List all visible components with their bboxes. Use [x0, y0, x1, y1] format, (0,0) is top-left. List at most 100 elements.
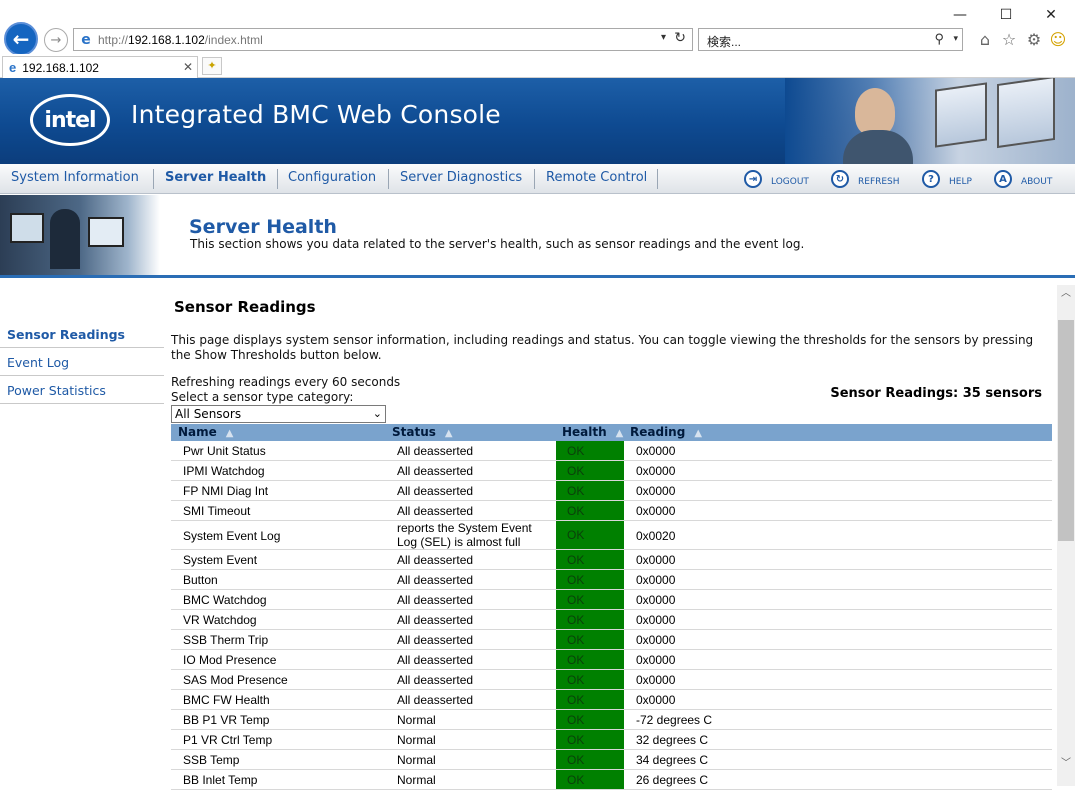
table-row: Pwr Unit Status All deasserted OK 0x0000	[171, 441, 1052, 461]
sensor-reading: 0x0000	[636, 464, 676, 478]
page-title: Sensor Readings	[174, 298, 316, 316]
tab-system-information[interactable]: System Information	[11, 170, 139, 185]
sensor-type-select[interactable]: All Sensors ⌄	[171, 405, 386, 423]
sensor-health: OK	[556, 550, 624, 569]
sensor-health: OK	[556, 610, 624, 629]
search-dropdown-icon[interactable]: ▾	[953, 33, 958, 44]
sensor-reading: 26 degrees C	[636, 773, 709, 787]
sensor-name: IPMI Watchdog	[183, 464, 265, 478]
sidebar-item-power-statistics[interactable]: Power Statistics	[0, 376, 164, 404]
monitor-graphic	[88, 217, 124, 247]
smiley-icon[interactable]: ☺	[1048, 30, 1068, 50]
tab-strip: e 192.168.1.102 ✕ ✦	[0, 54, 1075, 78]
sensor-health: OK	[556, 441, 624, 460]
sensor-status: All deasserted	[397, 573, 474, 587]
sensor-status: All deasserted	[397, 693, 474, 707]
main-nav: System Information Server Health Configu…	[0, 164, 1075, 194]
about-label: ABOUT	[1021, 176, 1053, 187]
sensor-status: Normal	[397, 773, 436, 787]
column-label: Reading	[630, 425, 686, 439]
sensor-health: OK	[556, 690, 624, 709]
address-dropdown-icon[interactable]: ▾	[661, 32, 666, 43]
sensor-reading: -72 degrees C	[636, 713, 713, 727]
back-button[interactable]: ←	[4, 22, 38, 56]
sensor-health: OK	[556, 461, 624, 480]
sort-icon: ▲	[444, 428, 453, 439]
tab-remote-control[interactable]: Remote Control	[546, 170, 647, 185]
page-header: intel Integrated BMC Web Console	[0, 78, 1075, 164]
sensor-name: IO Mod Presence	[183, 653, 277, 667]
sensor-reading: 32 degrees C	[636, 733, 709, 747]
close-tab-icon[interactable]: ✕	[183, 60, 193, 74]
home-icon[interactable]: ⌂	[975, 30, 995, 50]
logo-text: intel	[44, 107, 96, 133]
sensor-type-label: Select a sensor type category:	[171, 390, 354, 404]
browser-tab[interactable]: e 192.168.1.102 ✕	[2, 56, 198, 78]
maximize-button[interactable]: ☐	[988, 4, 1024, 26]
about-button[interactable]: A ABOUT	[994, 170, 1052, 188]
table-row: SSB Temp Normal OK 34 degrees C	[171, 750, 1052, 770]
logout-button[interactable]: ⇥ LOGOUT	[744, 170, 809, 188]
refresh-button[interactable]: ↻ REFRESH	[831, 170, 900, 188]
sensor-status: All deasserted	[397, 484, 474, 498]
scroll-thumb[interactable]	[1058, 320, 1074, 541]
sensor-name: Pwr Unit Status	[183, 444, 266, 458]
sensor-health: OK	[556, 481, 624, 500]
sensor-reading: 0x0000	[636, 444, 676, 458]
close-window-button[interactable]: ✕	[1033, 4, 1069, 26]
tab-server-diagnostics[interactable]: Server Diagnostics	[400, 170, 522, 185]
person-body-graphic	[843, 130, 913, 164]
scroll-up-icon[interactable]: ︿	[1057, 285, 1075, 302]
tab-configuration[interactable]: Configuration	[288, 170, 376, 185]
sensor-health: OK	[556, 501, 624, 520]
search-input[interactable]: 検索... ⚲ ▾	[698, 28, 963, 51]
sensor-health: OK	[556, 630, 624, 649]
column-header-name[interactable]: Name ▲	[178, 425, 234, 439]
intel-logo: intel	[30, 94, 110, 146]
sensor-status: All deasserted	[397, 613, 474, 627]
browser-toolbar: — ☐ ✕ ← → e http://192.168.1.102/index.h…	[0, 0, 1075, 56]
sensor-health: OK	[556, 570, 624, 589]
banner-photo	[0, 195, 160, 275]
refresh-page-icon[interactable]: ↻	[674, 30, 686, 46]
column-header-reading[interactable]: Reading ▲	[630, 425, 702, 439]
sensor-name: BMC FW Health	[183, 693, 270, 707]
table-row: BB P1 VR Temp Normal OK -72 degrees C	[171, 710, 1052, 730]
tab-server-health[interactable]: Server Health	[165, 170, 266, 185]
address-bar[interactable]: e http://192.168.1.102/index.html ▾ ↻	[73, 28, 693, 51]
sensor-reading: 0x0000	[636, 553, 676, 567]
sensor-name: VR Watchdog	[183, 613, 257, 627]
search-icon[interactable]: ⚲	[934, 31, 944, 47]
new-tab-icon: ✦	[207, 59, 217, 72]
scroll-down-icon[interactable]: ﹀	[1057, 755, 1075, 772]
search-placeholder: 検索...	[707, 35, 742, 49]
new-tab-button[interactable]: ✦	[202, 57, 222, 75]
help-button[interactable]: ? HELP	[922, 170, 972, 188]
sensor-status: All deasserted	[397, 444, 474, 458]
star-icon[interactable]: ☆	[999, 30, 1019, 50]
address-url[interactable]: http://192.168.1.102/index.html	[98, 33, 263, 47]
minimize-button[interactable]: —	[942, 4, 978, 26]
column-header-health[interactable]: Health ▲	[562, 425, 623, 439]
forward-button[interactable]: →	[44, 28, 68, 52]
column-header-status[interactable]: Status ▲	[392, 425, 453, 439]
sensor-name: Button	[183, 573, 218, 587]
sort-icon: ▲	[615, 428, 624, 439]
sensor-health: OK	[556, 710, 624, 729]
sensor-reading: 34 degrees C	[636, 753, 709, 767]
sidebar-item-event-log[interactable]: Event Log	[0, 348, 164, 376]
refresh-note: Refreshing readings every 60 seconds	[171, 375, 401, 389]
sensor-name: System Event	[183, 553, 258, 567]
table-row: IO Mod Presence All deasserted OK 0x0000	[171, 650, 1052, 670]
vertical-scrollbar[interactable]: ︿ ﹀	[1057, 285, 1075, 786]
sensor-health: OK	[556, 730, 624, 749]
gear-icon[interactable]: ⚙	[1024, 30, 1044, 50]
nav-divider	[153, 169, 154, 189]
table-row: IPMI Watchdog All deasserted OK 0x0000	[171, 461, 1052, 481]
url-host: 192.168.1.102	[128, 32, 205, 47]
sidebar-item-sensor-readings[interactable]: Sensor Readings	[0, 320, 164, 348]
sensor-health: OK	[556, 590, 624, 609]
table-row: P1 VR Ctrl Temp Normal OK 32 degrees C	[171, 730, 1052, 750]
table-row: System Event All deasserted OK 0x0000	[171, 550, 1052, 570]
sensor-reading: 0x0000	[636, 633, 676, 647]
